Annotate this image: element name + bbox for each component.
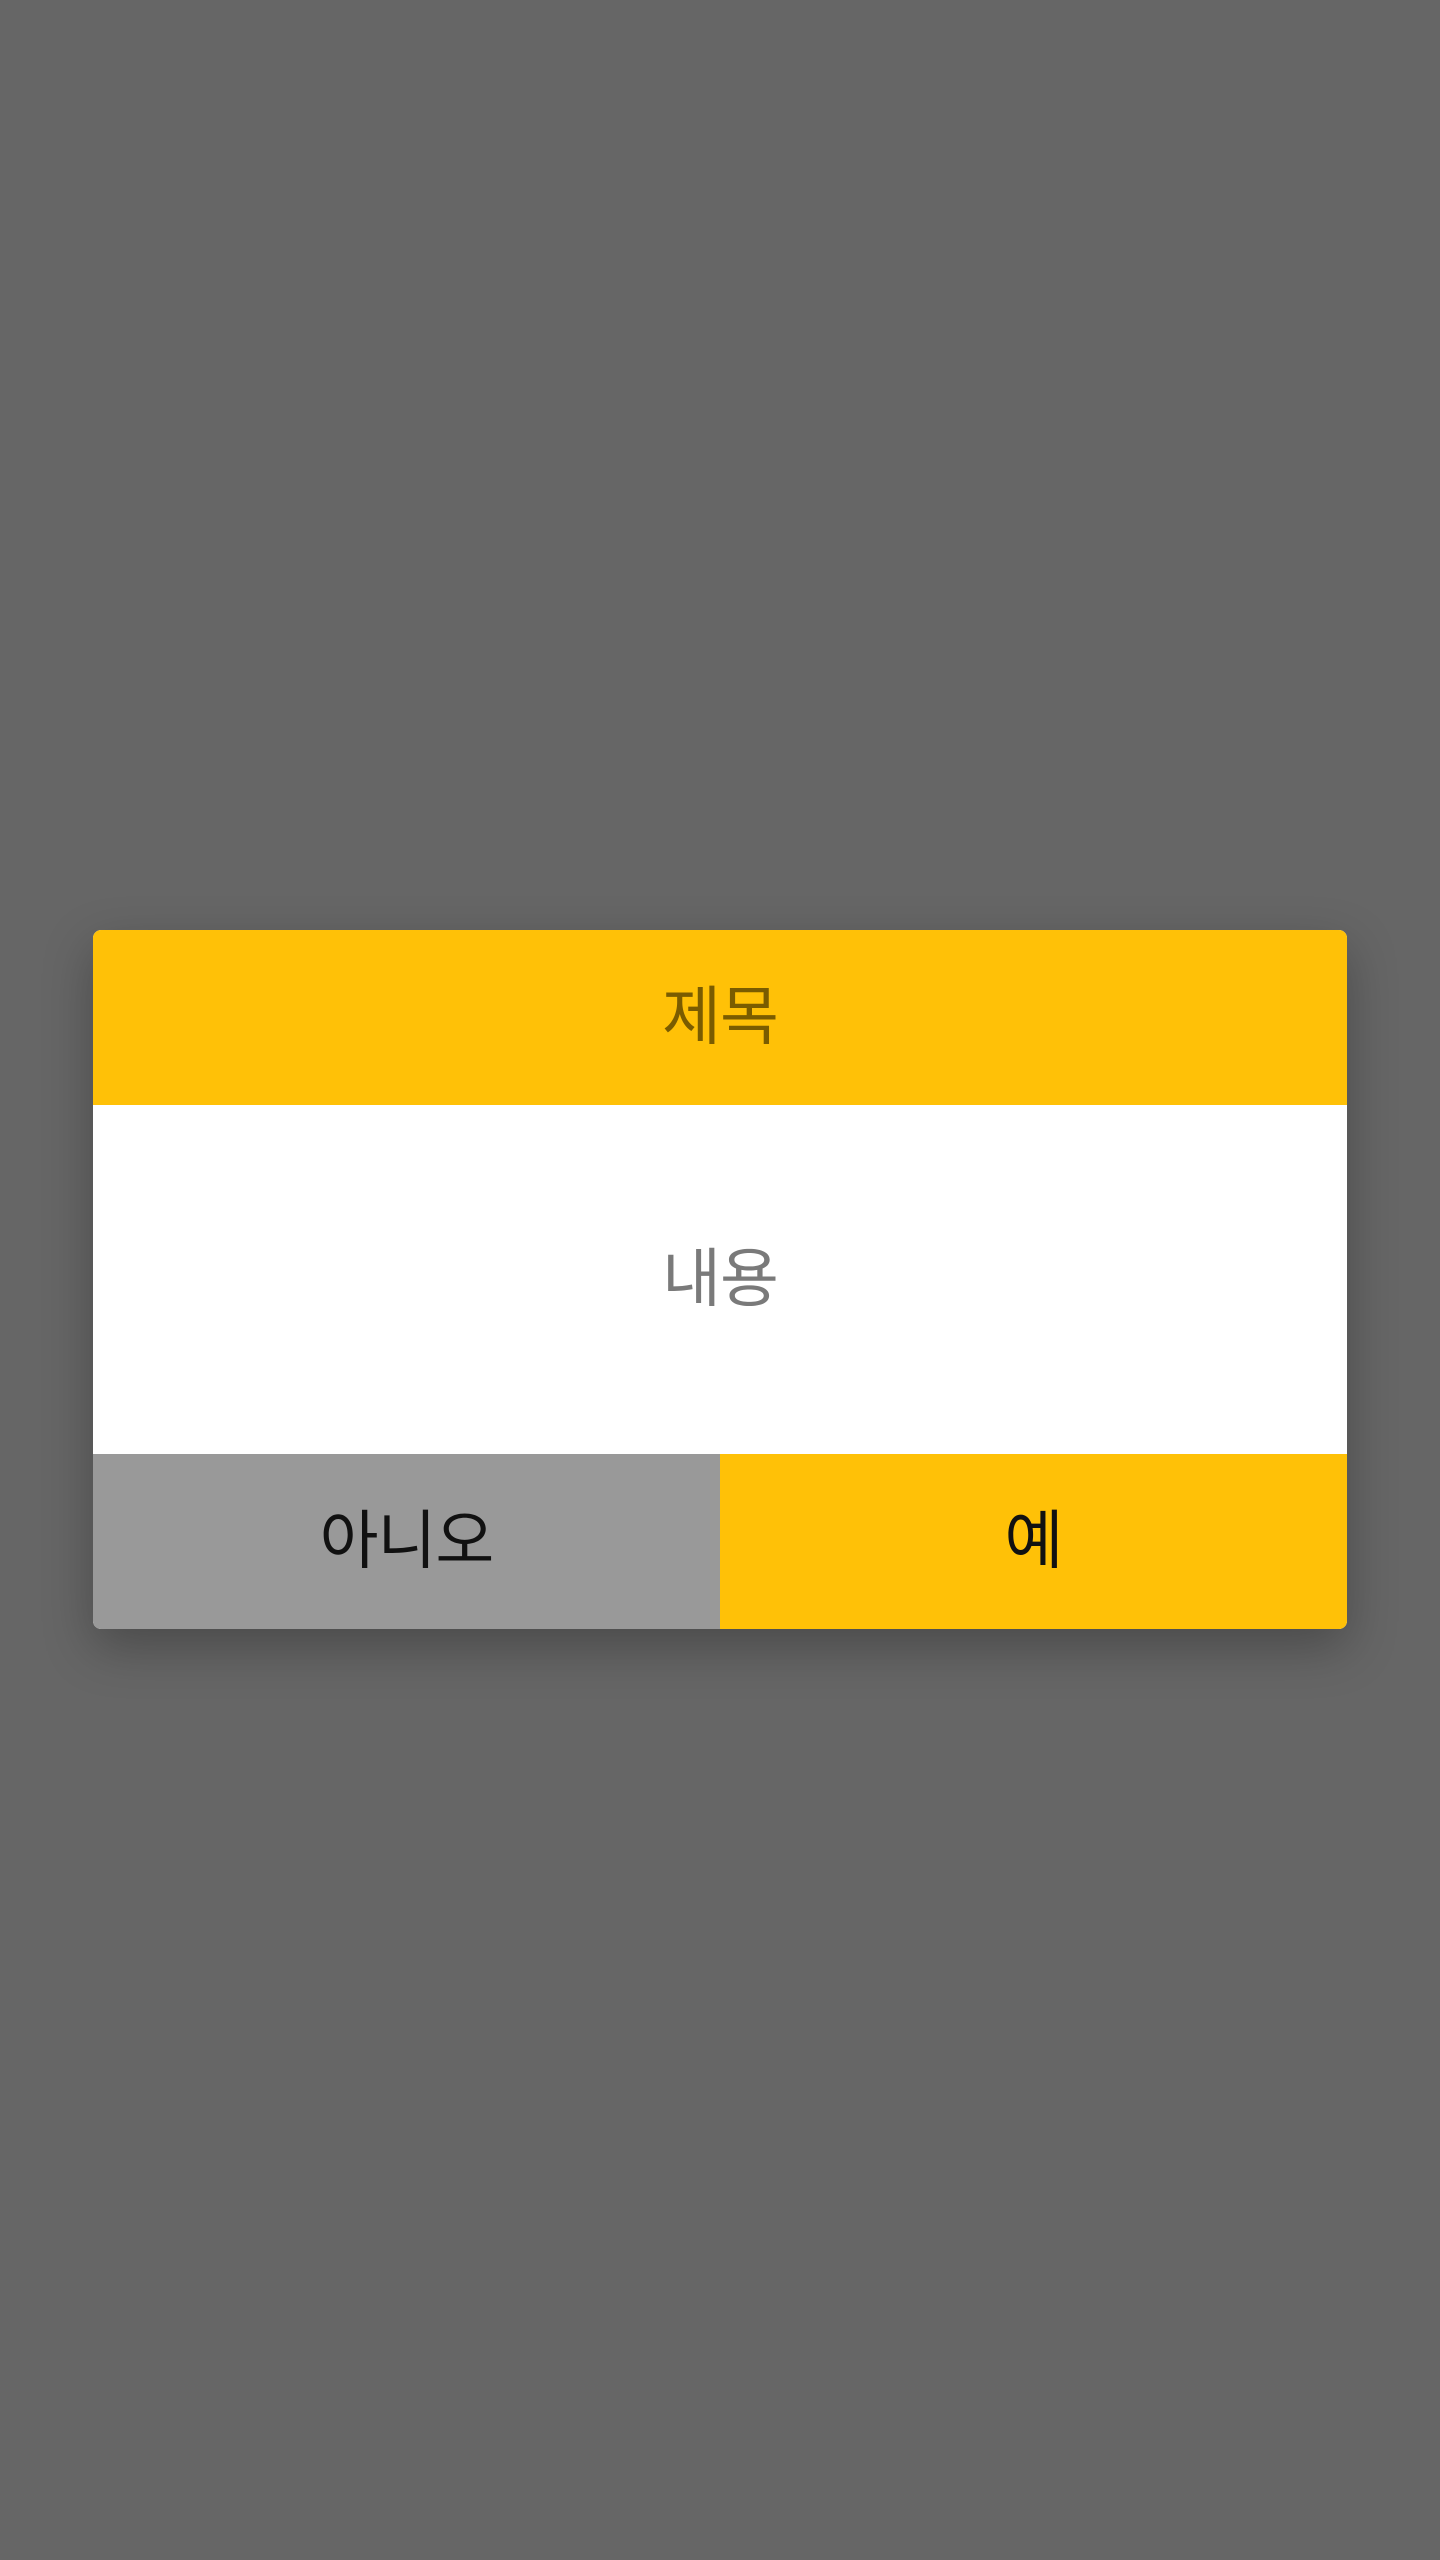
- dialog-message: 내용: [93, 1105, 1347, 1454]
- yes-button[interactable]: 예: [720, 1454, 1347, 1629]
- dialog-actions: 아니오 예: [93, 1454, 1347, 1629]
- no-button[interactable]: 아니오: [93, 1454, 720, 1629]
- dialog-title: 제목: [93, 930, 1347, 1105]
- confirmation-dialog: 제목 내용 아니오 예: [93, 930, 1347, 1629]
